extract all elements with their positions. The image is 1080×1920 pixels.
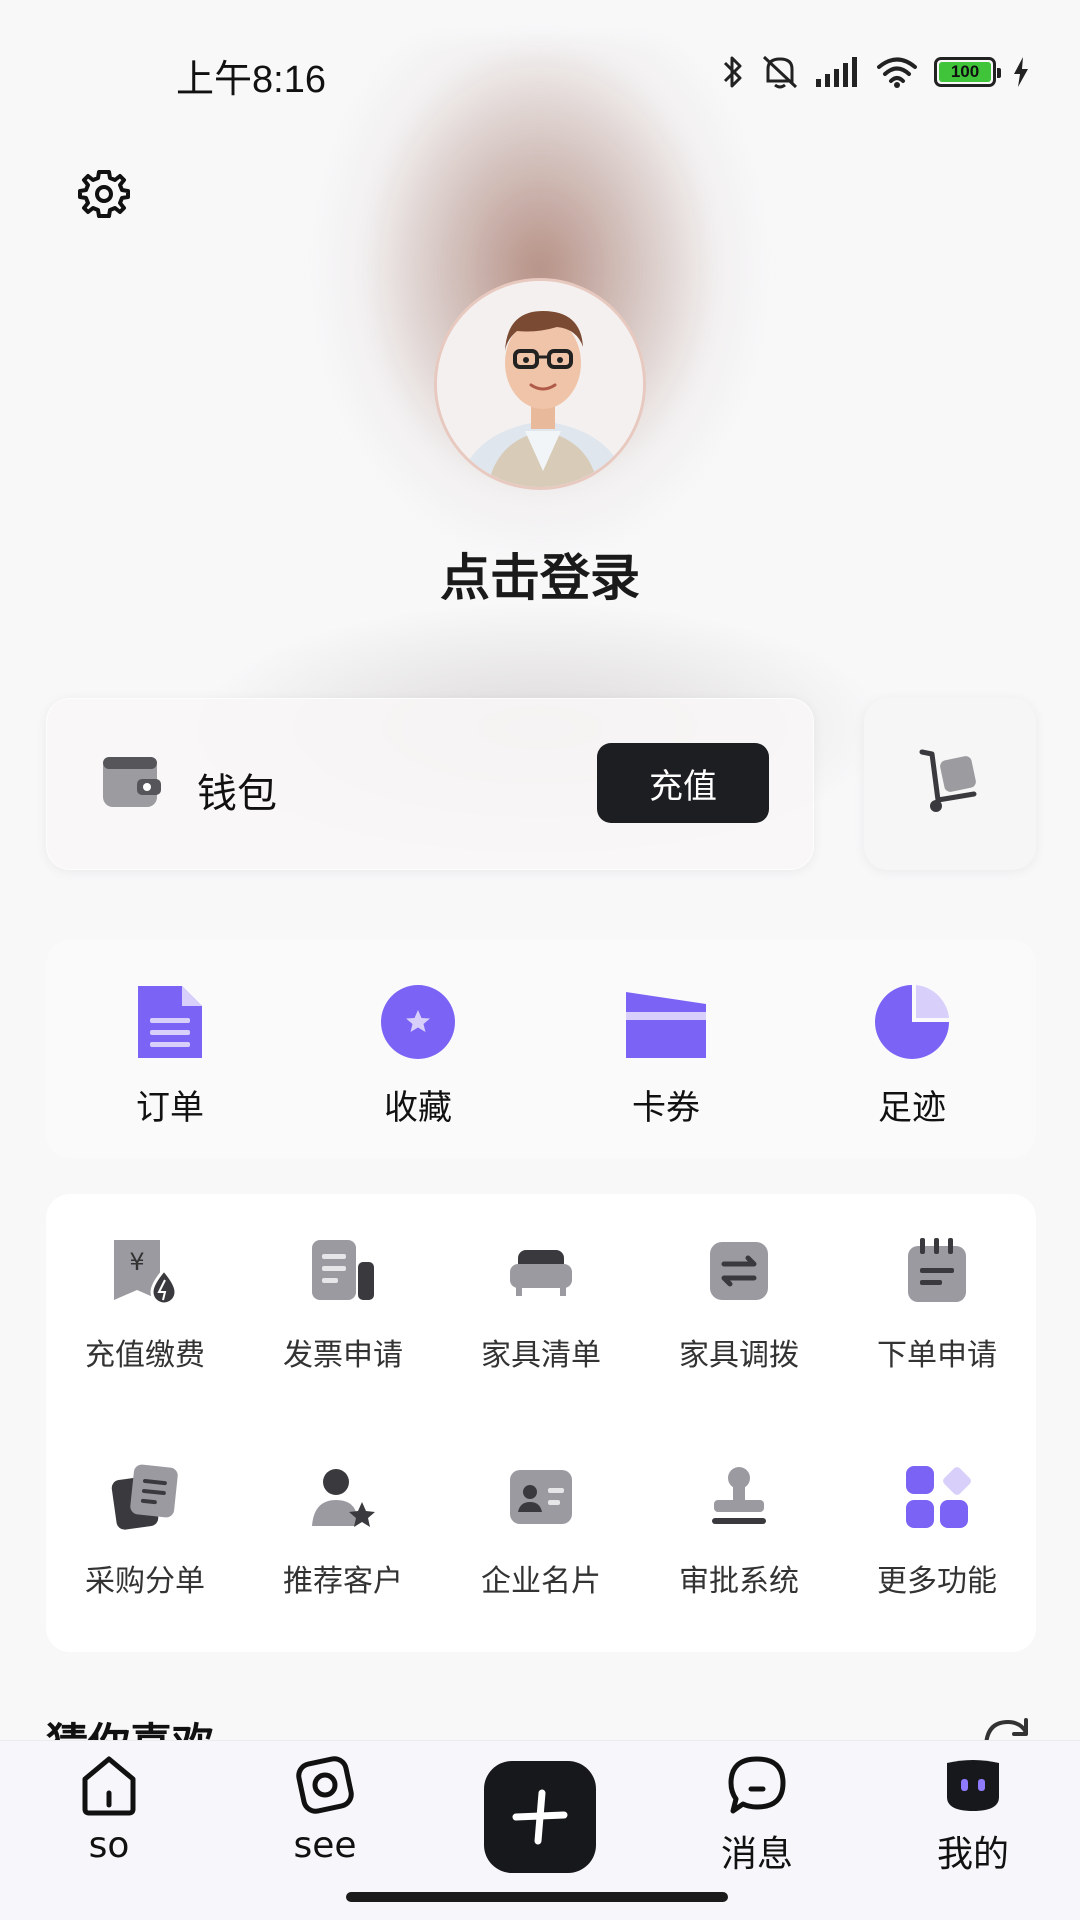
compass-icon [296,1756,354,1814]
quick-coupons[interactable]: 卡券 [586,982,746,1129]
quick-coupons-label: 卡券 [632,1088,700,1128]
service-furniture-transfer[interactable]: 家具调拨 [640,1236,838,1374]
avatar[interactable] [434,278,646,490]
stamp-icon [712,1467,766,1524]
service-purchase-split[interactable]: 采购分单 [46,1462,244,1600]
home-indicator[interactable] [346,1892,728,1902]
business-card-icon [510,1470,572,1524]
tab-mine[interactable]: 我的 [898,1753,1048,1877]
service-recommend-customer[interactable]: 推荐客户 [244,1462,442,1600]
service-business-card[interactable]: 企业名片 [442,1462,640,1600]
star-icon [381,985,455,1059]
tab-so[interactable]: so [34,1753,184,1866]
service-more[interactable]: 更多功能 [838,1462,1036,1600]
service-label: 更多功能 [877,1564,997,1599]
pie-clock-icon [875,985,949,1059]
service-label: 企业名片 [481,1564,601,1599]
service-label: 审批系统 [679,1564,799,1599]
tab-label: 我的 [936,1834,1009,1875]
invoice-icon [312,1240,374,1300]
service-label: 发票申请 [283,1338,403,1373]
service-order-request[interactable]: 下单申请 [838,1236,1036,1374]
plus-icon [512,1789,568,1845]
documents-icon [111,1464,178,1530]
service-recharge-payment[interactable]: ¥ 充值缴费 [46,1236,244,1374]
gear-icon[interactable] [78,168,130,220]
quick-orders[interactable]: 订单 [90,982,250,1129]
wallet-card[interactable]: 钱包 充值 [46,698,814,870]
service-invoice[interactable]: 发票申请 [244,1236,442,1374]
cart-icon [919,749,977,812]
card-icon [626,992,706,1058]
sofa-icon [510,1250,572,1296]
status-time: 上午8:16 [176,59,326,101]
grid-more-icon [906,1466,971,1528]
chat-icon [728,1756,786,1814]
wallet-icon [103,757,161,807]
battery-level: 100 [939,62,991,82]
home-icon [82,1756,136,1816]
quick-actions-card: 订单 收藏 卡券 足迹 [46,940,1036,1158]
service-label: 下单申请 [877,1338,997,1373]
service-label: 家具清单 [481,1338,601,1373]
robot-face-icon [947,1760,999,1811]
service-furniture-list[interactable]: 家具清单 [442,1236,640,1374]
service-label: 充值缴费 [85,1338,205,1373]
quick-orders-label: 订单 [136,1088,204,1128]
svg-text:¥: ¥ [129,1248,144,1276]
service-label: 采购分单 [85,1564,205,1599]
login-prompt[interactable]: 点击登录 [0,538,1080,610]
tab-label: so [88,1825,130,1866]
status-bar: 上午8:16 100 [0,0,1080,140]
tab-label: see [293,1825,357,1866]
signal-icon [816,57,857,87]
service-approval[interactable]: 审批系统 [640,1462,838,1600]
status-icons: 100 [722,52,1030,92]
wifi-icon [877,57,917,88]
service-label: 家具调拨 [679,1338,799,1373]
tab-see[interactable]: see [250,1753,400,1866]
service-label: 推荐客户 [283,1564,403,1599]
battery-icon: 100 [934,57,1001,87]
wallet-label: 钱包 [197,771,277,817]
document-icon [138,986,202,1058]
tab-label: 消息 [720,1834,793,1875]
avatar-illustration [437,281,643,487]
quick-footprints[interactable]: 足迹 [832,982,992,1129]
quick-footprints-label: 足迹 [878,1088,946,1128]
cart-card[interactable] [864,698,1036,870]
user-star-icon [312,1469,375,1527]
quick-favorites-label: 收藏 [384,1088,452,1128]
bluetooth-icon [723,56,742,88]
charging-icon [1014,57,1028,87]
recharge-button[interactable]: 充值 [597,743,769,823]
plus-button[interactable] [484,1761,596,1873]
tab-messages[interactable]: 消息 [682,1753,832,1877]
payment-icon: ¥ [114,1240,178,1306]
mute-icon [762,55,798,89]
quick-favorites[interactable]: 收藏 [338,982,498,1129]
profile-screen: 上午8:16 100 点击登录 钱包 充值 订单 收藏 卡券 足迹 ¥ 充值缴费… [0,0,1080,1920]
transfer-icon [710,1242,768,1300]
notepad-icon [908,1238,966,1302]
services-grid: ¥ 充值缴费 发票申请 家具清单 家具调拨 下单申请 采购分单 推荐客户 企业名… [46,1194,1036,1652]
